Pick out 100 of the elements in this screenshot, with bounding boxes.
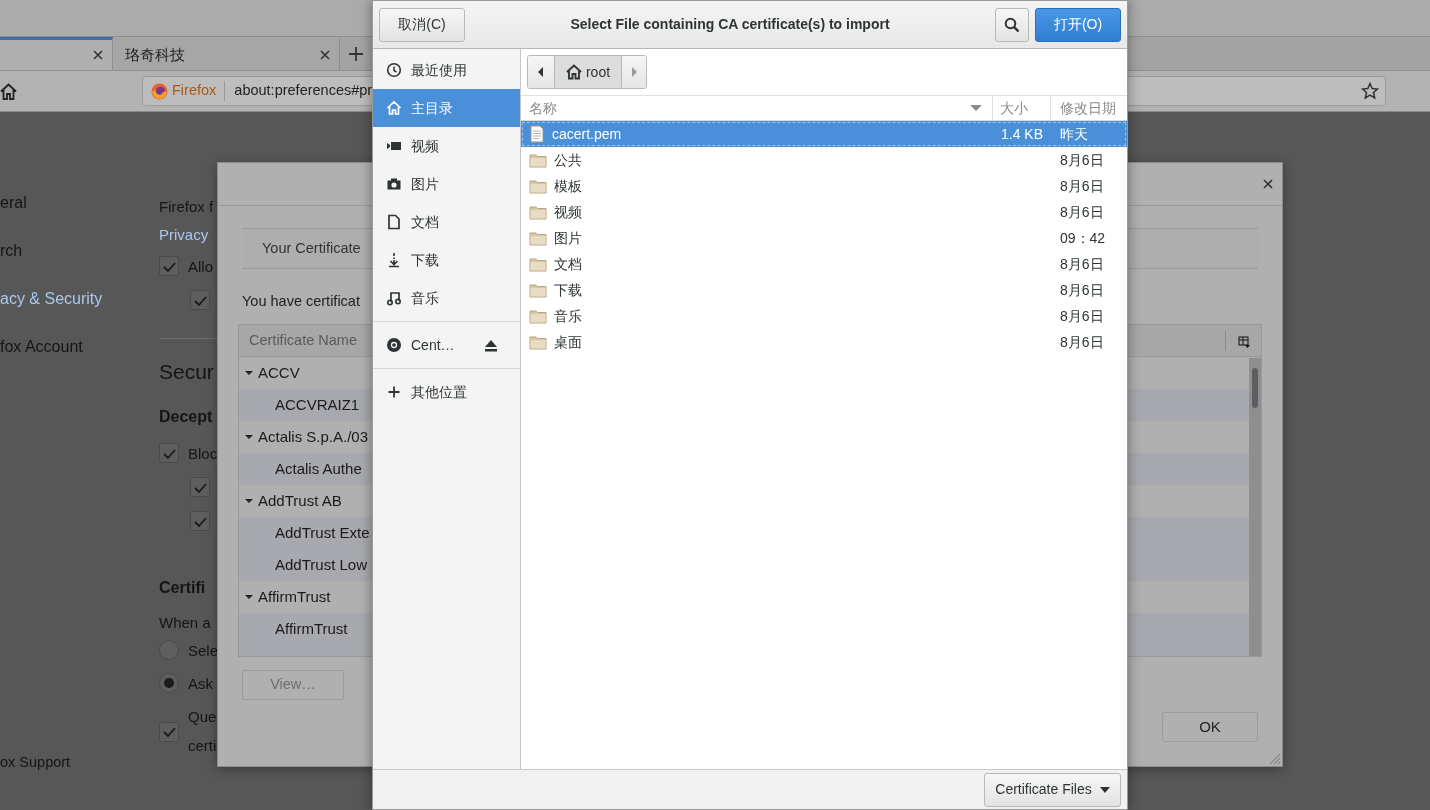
column-header[interactable]: 修改日期 bbox=[1051, 96, 1127, 120]
checkbox[interactable] bbox=[159, 721, 179, 742]
checkbox[interactable] bbox=[190, 477, 210, 497]
sidebar-item[interactable]: 音乐 bbox=[373, 279, 520, 317]
sidebar-item[interactable]: 其他位置 bbox=[373, 373, 520, 411]
home-icon bbox=[386, 100, 402, 116]
modified-date: 8月6日 bbox=[1059, 332, 1105, 352]
clock-icon bbox=[386, 62, 402, 78]
logo-icon bbox=[151, 82, 168, 100]
document-icon bbox=[529, 125, 545, 143]
scrollbar[interactable] bbox=[1249, 358, 1261, 656]
file-name: 公共 bbox=[554, 150, 582, 170]
sidebar-item[interactable]: 视频 bbox=[373, 127, 520, 165]
checkbox[interactable] bbox=[159, 256, 179, 276]
checkbox-label: Que bbox=[188, 707, 217, 727]
modified-date: 8月6日 bbox=[1059, 202, 1105, 222]
radio-dot-icon bbox=[164, 678, 174, 688]
folder-icon bbox=[529, 230, 547, 246]
folder-icon bbox=[529, 152, 547, 168]
back-arrow-button[interactable] bbox=[528, 56, 554, 88]
file-row[interactable]: 图片 09：42 bbox=[521, 225, 1127, 251]
group-label: AffirmTrust bbox=[258, 586, 331, 607]
column-header[interactable]: 大小 bbox=[993, 96, 1051, 120]
forward-arrow-button[interactable] bbox=[622, 56, 646, 88]
checkbox[interactable] bbox=[190, 511, 210, 531]
file-row[interactable]: 公共 8月6日 bbox=[521, 147, 1127, 173]
caret-icon bbox=[1099, 786, 1110, 793]
home-icon[interactable] bbox=[0, 82, 17, 100]
sidebar-item[interactable]: 文档 bbox=[373, 203, 520, 241]
bookmark-star-icon[interactable] bbox=[1361, 82, 1379, 100]
modified-date: 昨天 bbox=[1059, 124, 1089, 144]
file-type-dropdown[interactable]: Certificate Files bbox=[984, 772, 1121, 807]
subsection-heading: Certifi bbox=[159, 578, 206, 598]
checkbox-label: Bloc bbox=[188, 444, 218, 464]
disc-icon bbox=[386, 337, 402, 353]
site-identity-label: Firefox bbox=[172, 81, 217, 101]
search-icon bbox=[1004, 16, 1020, 33]
new-tab-icon[interactable] bbox=[348, 45, 364, 62]
modified-date: 8月6日 bbox=[1059, 254, 1105, 274]
modified-date: 8月6日 bbox=[1059, 176, 1105, 196]
description-text: When a bbox=[159, 613, 211, 633]
column-picker-icon[interactable] bbox=[1238, 336, 1250, 348]
download-icon bbox=[386, 252, 402, 268]
checkbox-label: certi bbox=[188, 735, 217, 756]
file-row[interactable]: 文档 8月6日 bbox=[521, 251, 1127, 277]
ok-button[interactable]: OK bbox=[1162, 712, 1258, 742]
section-heading: Secur bbox=[159, 359, 214, 385]
document-icon bbox=[386, 214, 402, 230]
close-icon[interactable] bbox=[1262, 178, 1274, 190]
file-row[interactable]: 桌面 8月6日 bbox=[521, 329, 1127, 355]
category-item[interactable]: acy & Security bbox=[0, 288, 103, 336]
folder-icon bbox=[529, 308, 547, 324]
sort-icon[interactable] bbox=[970, 104, 982, 112]
file-row[interactable]: 视频 8月6日 bbox=[521, 199, 1127, 225]
radio-label: Ask bbox=[188, 674, 213, 694]
file-name: 桌面 bbox=[554, 332, 582, 352]
file-row[interactable]: 模板 8月6日 bbox=[521, 173, 1127, 199]
left-arrow-icon bbox=[537, 67, 545, 77]
folder-icon bbox=[529, 282, 547, 298]
file-name: 文档 bbox=[554, 254, 582, 274]
file-name: 下载 bbox=[554, 280, 582, 300]
subsection-heading: Decept bbox=[159, 407, 213, 427]
file-row[interactable]: 音乐 8月6日 bbox=[521, 303, 1127, 329]
close-icon[interactable] bbox=[319, 49, 331, 61]
file-row[interactable]: 下载 8月6日 bbox=[521, 277, 1127, 303]
sidebar-item[interactable]: 下载 bbox=[373, 241, 520, 279]
group-label: AddTrust AB bbox=[258, 490, 342, 511]
description-text: You have certificat bbox=[242, 292, 360, 311]
description-text: Firefox f bbox=[159, 197, 214, 217]
sidebar-item[interactable]: 最近使用 bbox=[373, 51, 520, 89]
file-size: 1.4 KB bbox=[999, 124, 1044, 144]
dialog-title: Select File containing CA certificate(s) to import bbox=[569, 15, 891, 34]
file-name: 音乐 bbox=[554, 306, 582, 326]
radio-label: Sele bbox=[188, 641, 219, 661]
plus-icon bbox=[386, 384, 402, 400]
modified-date: 8月6日 bbox=[1059, 150, 1105, 170]
modified-date: 8月6日 bbox=[1059, 306, 1105, 326]
search-button[interactable] bbox=[995, 7, 1029, 42]
radio-button[interactable] bbox=[159, 673, 179, 693]
column-header[interactable]: 名称 bbox=[529, 97, 557, 119]
cancel-button[interactable]: 取消(C) bbox=[379, 7, 465, 42]
privacy-link[interactable]: Privacy bbox=[159, 224, 209, 256]
open-button[interactable]: 打开(O) bbox=[1035, 7, 1121, 42]
close-icon[interactable] bbox=[92, 49, 104, 61]
folder-icon bbox=[529, 334, 547, 350]
eject-icon[interactable] bbox=[484, 338, 498, 352]
checkbox-label: Allo bbox=[188, 257, 213, 277]
path-button[interactable]: root bbox=[554, 56, 622, 88]
resize-grip-icon[interactable] bbox=[1267, 751, 1281, 765]
modified-date: 09：42 bbox=[1059, 228, 1107, 248]
right-arrow-icon bbox=[630, 67, 638, 77]
checkbox[interactable] bbox=[159, 443, 179, 463]
home-icon bbox=[565, 64, 582, 80]
sidebar-item[interactable]: Cent… bbox=[373, 326, 520, 364]
folder-icon bbox=[529, 256, 547, 272]
sidebar-item[interactable]: 图片 bbox=[373, 165, 520, 203]
file-name: 模板 bbox=[554, 176, 582, 196]
group-label: Actalis S.p.A./03 bbox=[258, 426, 369, 447]
music-note-icon bbox=[386, 290, 402, 306]
checkbox[interactable] bbox=[190, 290, 210, 310]
